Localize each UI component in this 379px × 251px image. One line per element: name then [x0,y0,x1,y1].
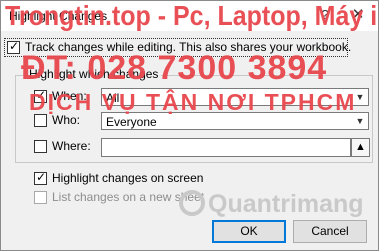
when-value: All [106,91,120,105]
collapse-dialog-button[interactable]: ▲ [351,138,370,157]
highlight-on-screen-label: Highlight changes on screen [52,171,204,185]
quantrimang-logo: Quantrimang [179,190,364,219]
dialog-title: Highlight Changes [9,9,108,23]
who-label: Who: [52,113,81,127]
who-dropdown[interactable]: Everyone ▼ [101,112,369,130]
track-changes-label: Track changes while editing. This also s… [25,40,352,54]
when-checkbox[interactable]: ✓ [34,88,47,103]
group-title: Highlight which changes [26,67,162,81]
checkmark-icon: ✓ [36,170,47,184]
where-label: Where: [52,139,91,153]
checkmark-icon: ✓ [36,88,47,102]
logo-mark-icon [179,190,205,216]
when-dropdown[interactable]: All ▼ [101,88,369,106]
ok-button[interactable]: OK [212,220,286,243]
chevron-down-icon: ▼ [355,92,365,102]
where-checkbox[interactable] [34,140,47,153]
title-bar: Highlight Changes ? ✕ [1,1,378,31]
help-button[interactable]: ? [316,6,334,24]
chevron-down-icon: ▼ [355,116,365,126]
checkmark-icon: ✓ [9,39,20,53]
logo-text: Quantrimang [208,190,364,218]
cancel-button[interactable]: Cancel [293,220,367,243]
track-changes-checkbox[interactable]: ✓ [7,39,20,54]
who-value: Everyone [106,115,157,129]
list-on-new-sheet-checkbox[interactable] [34,191,47,204]
close-button[interactable]: ✕ [349,6,367,24]
when-label: When: [52,89,87,103]
highlight-changes-dialog: Highlight Changes ? ✕ ✓ Track changes wh… [0,0,379,251]
who-checkbox[interactable] [34,114,47,127]
highlight-on-screen-checkbox[interactable]: ✓ [34,170,47,185]
arrow-up-icon: ▲ [355,141,366,153]
where-range-input[interactable] [101,138,351,157]
